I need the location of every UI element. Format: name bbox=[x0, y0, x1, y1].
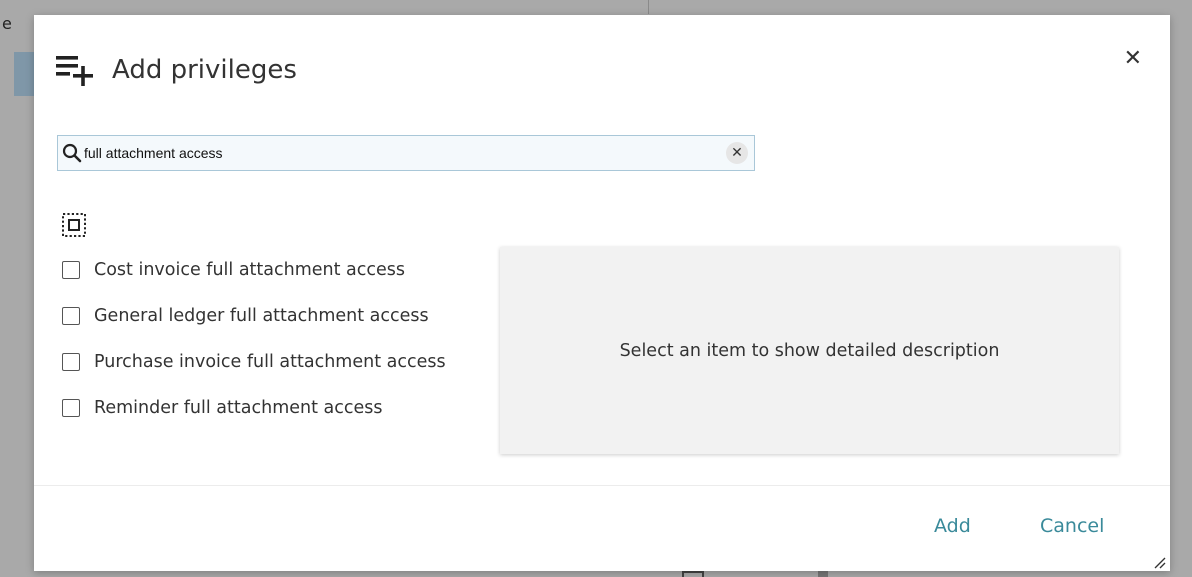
privilege-label: Purchase invoice full attachment access bbox=[94, 352, 446, 372]
privilege-item[interactable]: Purchase invoice full attachment access bbox=[62, 350, 446, 374]
add-privileges-dialog: Add privileges ✕ ✕ Cost invoice full att… bbox=[34, 15, 1170, 571]
clear-search-button[interactable]: ✕ bbox=[726, 142, 748, 164]
footer-divider bbox=[34, 485, 1170, 486]
privilege-checkbox[interactable] bbox=[62, 353, 80, 371]
privilege-label: Cost invoice full attachment access bbox=[94, 260, 406, 280]
background-checkbox bbox=[682, 571, 704, 577]
description-panel: Select an item to show detailed descript… bbox=[500, 247, 1119, 454]
privilege-checkbox[interactable] bbox=[62, 307, 80, 325]
select-all-icon[interactable] bbox=[61, 212, 87, 238]
background-highlight bbox=[14, 52, 36, 96]
privilege-item[interactable]: Reminder full attachment access bbox=[62, 396, 446, 420]
privilege-label: Reminder full attachment access bbox=[94, 398, 383, 418]
add-button[interactable]: Add bbox=[934, 515, 971, 537]
background-mark bbox=[818, 570, 828, 577]
search-icon bbox=[62, 143, 82, 163]
playlist-add-icon bbox=[56, 56, 93, 86]
resize-handle-icon[interactable] bbox=[1152, 555, 1166, 569]
privilege-list: Cost invoice full attachment access Gene… bbox=[62, 258, 446, 442]
privilege-checkbox[interactable] bbox=[62, 261, 80, 279]
background-text: e bbox=[2, 14, 12, 33]
description-placeholder: Select an item to show detailed descript… bbox=[619, 340, 1000, 361]
privilege-checkbox[interactable] bbox=[62, 399, 80, 417]
background-divider bbox=[648, 0, 649, 14]
cancel-button[interactable]: Cancel bbox=[1040, 515, 1104, 537]
close-button[interactable]: ✕ bbox=[1124, 47, 1142, 71]
dialog-title: Add privileges bbox=[112, 55, 297, 85]
privilege-label: General ledger full attachment access bbox=[94, 306, 429, 326]
search-input[interactable] bbox=[84, 143, 726, 163]
privilege-item[interactable]: Cost invoice full attachment access bbox=[62, 258, 446, 282]
search-box: ✕ bbox=[57, 135, 755, 171]
dialog-header: Add privileges bbox=[56, 53, 297, 87]
privilege-item[interactable]: General ledger full attachment access bbox=[62, 304, 446, 328]
